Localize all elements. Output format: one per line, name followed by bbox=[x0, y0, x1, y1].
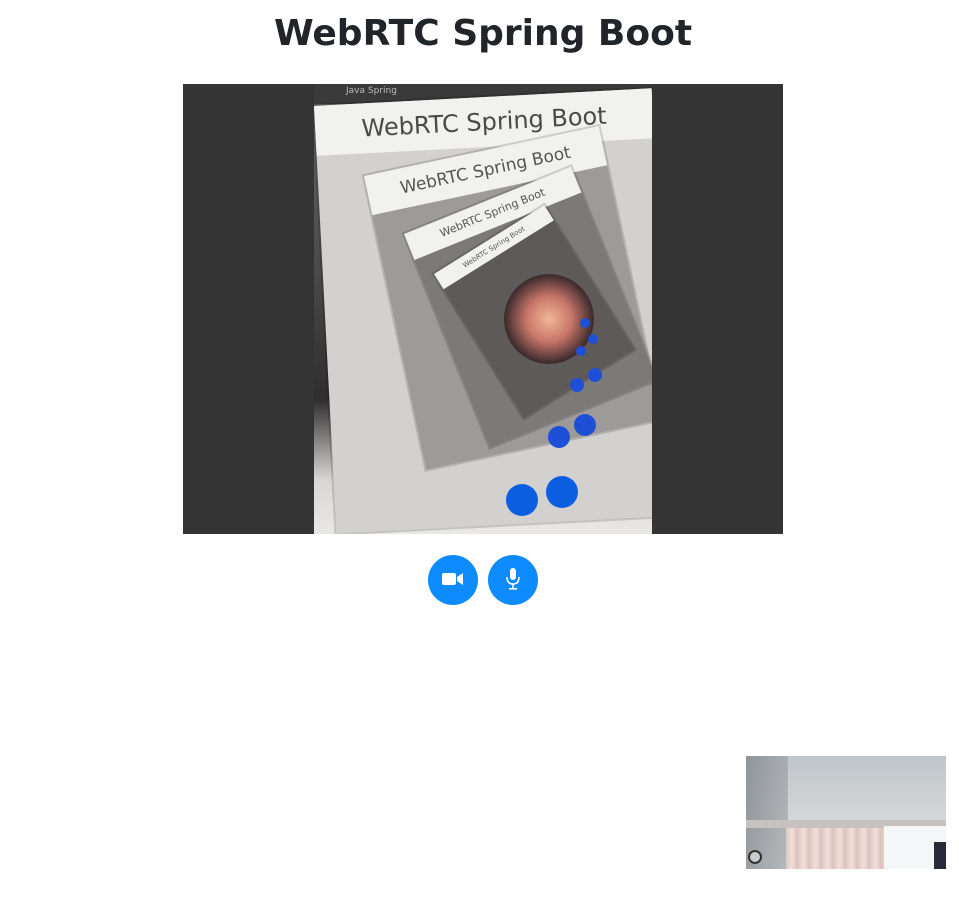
recursive-button-dot bbox=[574, 414, 596, 436]
toggle-microphone-button[interactable] bbox=[488, 555, 538, 605]
recursive-button-dot bbox=[576, 346, 586, 356]
local-video-wall-clock bbox=[748, 850, 762, 864]
remote-video-frame: Java Spring WebRTC Spring Boot WebRTC Sp… bbox=[314, 84, 652, 534]
recursive-button-dot bbox=[570, 378, 584, 392]
remote-video-status-text: Java Spring bbox=[346, 86, 397, 96]
page-title: WebRTC Spring Boot bbox=[273, 13, 693, 54]
recursive-button-dot bbox=[588, 368, 602, 382]
recursive-button-dot bbox=[548, 426, 570, 448]
toggle-camera-button[interactable] bbox=[428, 555, 478, 605]
recursive-button-dot bbox=[580, 318, 590, 328]
microphone-icon bbox=[505, 567, 521, 593]
recursive-mic-button bbox=[546, 476, 578, 508]
local-video-furniture bbox=[934, 842, 946, 869]
video-camera-icon bbox=[442, 571, 464, 590]
remote-video: Java Spring WebRTC Spring Boot WebRTC Sp… bbox=[183, 84, 783, 534]
call-controls bbox=[428, 555, 538, 605]
recursive-button-dot bbox=[588, 334, 598, 344]
local-video bbox=[746, 756, 946, 869]
recursive-camera-button bbox=[506, 484, 538, 516]
